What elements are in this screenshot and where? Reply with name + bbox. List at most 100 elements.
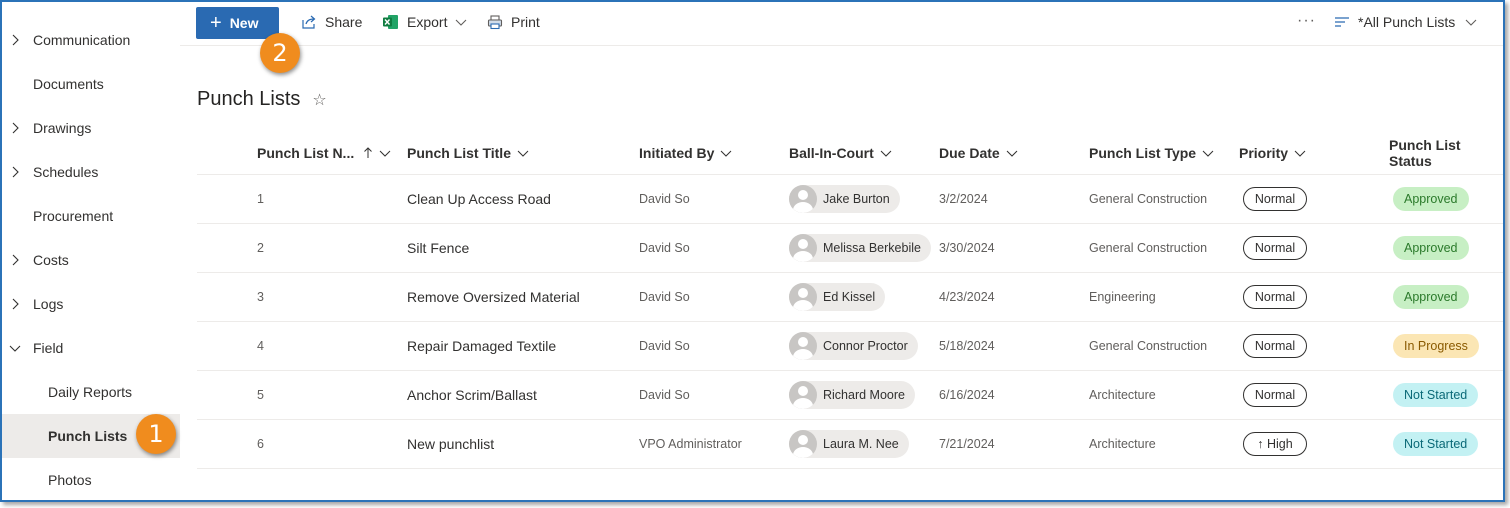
person-chip[interactable]: Melissa Berkebile: [789, 234, 931, 262]
chevron-down-icon[interactable]: [9, 342, 21, 354]
callout-badge-1: 1: [136, 414, 176, 454]
print-icon: [487, 15, 503, 30]
status-badge: Not Started: [1393, 383, 1479, 407]
sidebar-item-label: Photos: [48, 472, 92, 488]
cell-title[interactable]: Clean Up Access Road: [407, 175, 551, 223]
sidebar-item-logs[interactable]: Logs: [2, 282, 180, 326]
person-chip[interactable]: Laura M. Nee: [789, 430, 909, 458]
sidebar-item-communication[interactable]: Communication: [2, 18, 180, 62]
person-name: Ed Kissel: [823, 290, 876, 304]
column-header-label: Due Date: [939, 145, 1000, 161]
chevron-down-icon: [379, 150, 391, 157]
cell-ball-in-court: Jake Burton: [789, 175, 900, 223]
cell-type: General Construction: [1089, 192, 1208, 206]
share-button[interactable]: Share: [301, 14, 362, 30]
column-header-label: Initiated By: [639, 145, 715, 161]
table-row[interactable]: 2 Silt Fence David So Melissa Berkebile 3/30…: [197, 224, 1503, 273]
view-lines-icon: [1335, 17, 1349, 27]
more-options-icon[interactable]: ···: [1297, 12, 1316, 30]
column-header-label: Punch List N...: [257, 145, 355, 161]
table-row[interactable]: 5 Anchor Scrim/Ballast David So Richard Moo…: [197, 371, 1503, 420]
sidebar-item-schedules[interactable]: Schedules: [2, 150, 180, 194]
sidebar-item-label: Costs: [33, 252, 69, 268]
chevron-right-icon[interactable]: [9, 254, 21, 266]
chevron-down-icon: [1202, 150, 1214, 157]
view-selector[interactable]: *All Punch Lists: [1334, 14, 1477, 30]
print-label: Print: [511, 14, 540, 30]
excel-icon: [383, 15, 398, 29]
person-chip[interactable]: Ed Kissel: [789, 283, 886, 311]
column-header-number[interactable]: Punch List N...: [257, 132, 391, 174]
column-header-type[interactable]: Punch List Type: [1089, 132, 1214, 174]
sidebar-item-procurement[interactable]: Procurement: [2, 194, 180, 238]
cell-due-date: 6/16/2024: [939, 388, 995, 402]
column-header-due-date[interactable]: Due Date: [939, 132, 1018, 174]
chevron-right-icon[interactable]: [9, 122, 21, 134]
table-row[interactable]: 3 Remove Oversized Material David So Ed Kis…: [197, 273, 1503, 322]
star-icon[interactable]: ☆: [312, 90, 326, 110]
sidebar-item-label: Communication: [33, 32, 131, 48]
cell-due-date: 3/30/2024: [939, 241, 995, 255]
sidebar-item-photos[interactable]: Photos: [2, 458, 180, 500]
table-row[interactable]: 1 Clean Up Access Road David So Jake Burton…: [197, 175, 1503, 224]
person-chip[interactable]: Connor Proctor: [789, 332, 918, 360]
cell-initiated-by: David So: [639, 388, 690, 402]
sidebar-item-daily-reports[interactable]: Daily Reports: [2, 370, 180, 414]
person-chip[interactable]: Jake Burton: [789, 185, 900, 213]
chevron-down-icon: [1294, 150, 1306, 157]
cell-number: 5: [257, 388, 264, 402]
column-header-label: Priority: [1239, 145, 1289, 161]
cell-initiated-by: David So: [639, 241, 690, 255]
column-header-status[interactable]: Punch List Status: [1389, 132, 1503, 174]
priority-badge: ↑ High: [1243, 432, 1307, 456]
column-header-initiated-by[interactable]: Initiated By: [639, 132, 732, 174]
chevron-right-icon[interactable]: [9, 166, 21, 178]
person-chip[interactable]: Richard Moore: [789, 381, 915, 409]
cell-due-date: 4/23/2024: [939, 290, 995, 304]
cell-status: Not Started: [1393, 420, 1479, 468]
status-badge: In Progress: [1393, 334, 1479, 358]
print-button[interactable]: Print: [487, 14, 540, 30]
chevron-right-icon[interactable]: [9, 34, 21, 46]
cell-title[interactable]: New punchlist: [407, 420, 494, 468]
sidebar-item-label: Procurement: [33, 208, 114, 224]
sidebar-item-label: Schedules: [33, 164, 99, 180]
export-label: Export: [407, 14, 448, 30]
table-row[interactable]: 4 Repair Damaged Textile David So Connor Pr…: [197, 322, 1503, 371]
sidebar-item-documents[interactable]: Documents: [2, 62, 180, 106]
cell-type: General Construction: [1089, 339, 1208, 353]
sort-ascending-icon: [364, 147, 373, 158]
cell-priority: ↑ High: [1243, 420, 1307, 468]
cell-priority: Normal: [1243, 224, 1307, 272]
cell-title[interactable]: Remove Oversized Material: [407, 273, 580, 321]
status-badge: Not Started: [1393, 432, 1479, 456]
new-button[interactable]: + New: [196, 7, 279, 39]
export-button[interactable]: Export: [382, 14, 475, 30]
avatar-icon: [789, 430, 817, 458]
person-name: Connor Proctor: [823, 339, 908, 353]
cell-title[interactable]: Silt Fence: [407, 224, 469, 272]
person-name: Jake Burton: [823, 192, 890, 206]
command-bar: + New Share Export Print ··· *All Punch …: [180, 2, 1503, 46]
cell-ball-in-court: Melissa Berkebile: [789, 224, 931, 272]
cell-title[interactable]: Anchor Scrim/Ballast: [407, 371, 537, 419]
chevron-right-icon[interactable]: [9, 298, 21, 310]
page-title: Punch Lists ☆: [197, 88, 327, 111]
cell-title[interactable]: Repair Damaged Textile: [407, 322, 556, 370]
cell-due-date: 3/2/2024: [939, 192, 988, 206]
cell-number: 6: [257, 437, 264, 451]
priority-badge: Normal: [1243, 285, 1307, 309]
column-header-ball-in-court[interactable]: Ball-In-Court: [789, 132, 892, 174]
priority-badge: Normal: [1243, 383, 1307, 407]
cell-due-date: 5/18/2024: [939, 339, 995, 353]
avatar-icon: [789, 185, 817, 213]
cell-priority: Normal: [1243, 371, 1307, 419]
table-row[interactable]: 6 New punchlist VPO Administrator Laura M. …: [197, 420, 1503, 469]
sidebar-item-field[interactable]: Field: [2, 326, 180, 370]
column-header-title[interactable]: Punch List Title: [407, 132, 529, 174]
avatar-icon: [789, 283, 817, 311]
sidebar-item-costs[interactable]: Costs: [2, 238, 180, 282]
avatar-icon: [789, 381, 817, 409]
sidebar-item-drawings[interactable]: Drawings: [2, 106, 180, 150]
column-header-priority[interactable]: Priority: [1239, 132, 1306, 174]
